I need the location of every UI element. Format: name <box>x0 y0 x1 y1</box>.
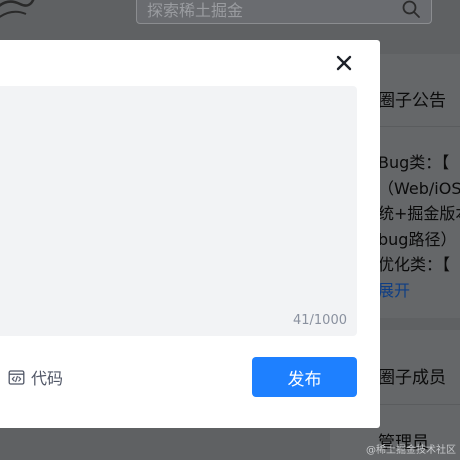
code-icon <box>8 369 25 385</box>
announcement-title: 圈子公告 <box>378 91 446 111</box>
code-label: 代码 <box>31 369 64 388</box>
announcement-content: Bug类：【 （Web/iOS 统+掘金版本 bug路径） 优化类：【 展开 <box>378 150 460 303</box>
announcement-line: （Web/iOS <box>378 178 460 198</box>
announcement-line: 统+掘金版本 <box>378 204 460 223</box>
logo-icon <box>0 0 35 18</box>
announcement-line: 优化类：【 <box>378 255 451 274</box>
announcement-line: Bug类：【 <box>378 153 450 172</box>
post-textarea[interactable]: 41/1000 <box>0 86 357 336</box>
page: 探索稀土掘金 圈子公告 Bug类：【 （Web/iOS 统+掘金版本 bug路径… <box>0 0 460 460</box>
announcement-line: bug路径） <box>378 229 457 249</box>
members-title: 圈子成员 <box>378 368 446 388</box>
close-icon[interactable] <box>334 53 354 73</box>
post-modal: 41/1000 代码 发布 <box>0 40 380 428</box>
search-bar[interactable]: 探索稀土掘金 <box>136 0 432 24</box>
publish-button[interactable]: 发布 <box>252 357 357 397</box>
search-icon[interactable] <box>401 0 421 19</box>
watermark: @稀土掘金技术社区 <box>366 445 456 456</box>
expand-link[interactable]: 展开 <box>378 278 460 304</box>
char-count: 41/1000 <box>292 313 347 328</box>
code-button[interactable]: 代码 <box>8 366 63 388</box>
search-placeholder: 探索稀土掘金 <box>147 1 244 20</box>
